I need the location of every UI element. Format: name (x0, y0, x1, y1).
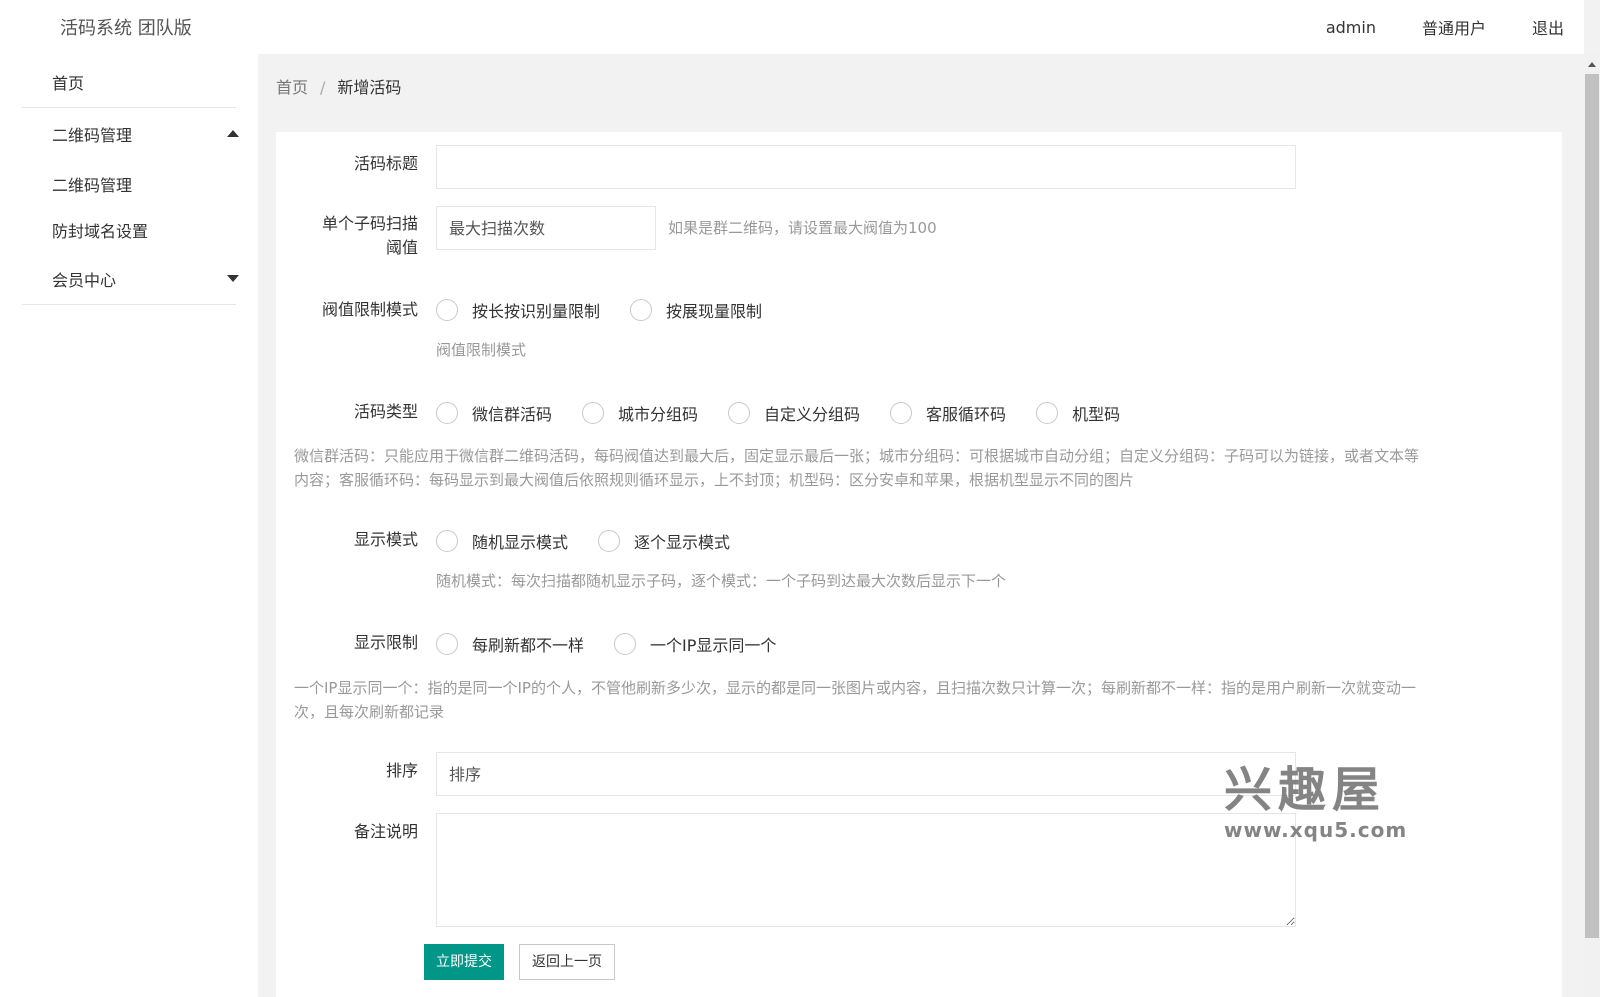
radio-circle-icon[interactable] (436, 299, 458, 321)
limit-mode-hint: 阀值限制模式 (436, 341, 527, 359)
top-header: 活码系统 团队版 admin 普通用户 退出 (0, 0, 1584, 54)
breadcrumb: 首页 / 新增活码 (276, 74, 401, 98)
threshold-label-line2: 阈值 (385, 238, 418, 257)
submit-button[interactable]: 立即提交 (424, 944, 504, 980)
type-radio-group: 微信群活码 城市分组码 自定义分组码 客服循环码 机型码 (436, 398, 1150, 428)
limit-mode-label: 阀值限制模式 (321, 300, 418, 319)
sort-input[interactable] (436, 752, 1296, 796)
display-limit-hint-line2: 次，且每次刷新都记录 (294, 703, 445, 721)
type-label: 活码类型 (353, 402, 418, 421)
limit-mode-radio-group: 按长按识别量限制 按展现量限制 (436, 295, 792, 325)
sidebar-item-member-center[interactable]: 会员中心 (52, 267, 116, 291)
sidebar-divider (22, 304, 236, 305)
sidebar: 首页 二维码管理 二维码管理 防封域名设置 会员中心 (0, 54, 258, 997)
sidebar-divider (22, 107, 236, 108)
watermark-title: 兴趣屋 (1224, 762, 1387, 818)
breadcrumb-separator: / (320, 78, 326, 97)
display-mode-label: 显示模式 (353, 530, 418, 549)
header-user-menu: admin 普通用户 退出 (1326, 0, 1584, 54)
radio-label: 微信群活码 (472, 405, 553, 424)
sidebar-item-qrcode-manage[interactable]: 二维码管理 (52, 172, 132, 196)
radio-circle-icon[interactable] (598, 530, 621, 552)
type-option-custom-group[interactable]: 自定义分组码 (728, 401, 860, 425)
threshold-input[interactable] (436, 206, 656, 250)
title-input[interactable] (436, 145, 1296, 189)
radio-label: 随机显示模式 (472, 533, 569, 552)
type-hint-line1: 微信群活码：只能应用于微信群二维码活码，每码阀值达到最大后，固定显示最后一张；城… (294, 447, 1420, 465)
radio-label: 城市分组码 (618, 405, 699, 424)
sidebar-item-domain-settings[interactable]: 防封域名设置 (52, 218, 148, 242)
sidebar-item-qrcode-group[interactable]: 二维码管理 (52, 122, 132, 146)
display-limit-option-refresh[interactable]: 每刷新都不一样 (436, 632, 584, 656)
display-limit-radio-group: 每刷新都不一样 一个IP显示同一个 (436, 629, 806, 659)
form-card: 活码标题 单个子码扫描 阈值 如果是群二维码，请设置最大阀值为100 阀值限制模… (276, 132, 1562, 997)
display-mode-option-random[interactable]: 随机显示模式 (436, 529, 568, 553)
display-mode-radio-group: 随机显示模式 逐个显示模式 (436, 526, 760, 556)
radio-circle-icon[interactable] (436, 530, 458, 552)
radio-circle-icon[interactable] (436, 402, 458, 424)
radio-circle-icon[interactable] (582, 402, 605, 424)
radio-circle-icon[interactable] (614, 633, 637, 655)
type-option-wechat-group[interactable]: 微信群活码 (436, 401, 552, 425)
caret-down-icon[interactable] (227, 275, 239, 282)
threshold-hint: 如果是群二维码，请设置最大阀值为100 (668, 219, 937, 237)
username-link[interactable]: admin (1326, 18, 1376, 37)
scrollbar-thumb[interactable] (1585, 74, 1599, 938)
watermark: 兴趣屋 www.xqu5.com (1224, 762, 1407, 842)
breadcrumb-home[interactable]: 首页 (276, 78, 308, 97)
caret-up-icon[interactable] (227, 130, 239, 137)
type-hint: 微信群活码：只能应用于微信群二维码活码，每码阀值达到最大后，固定显示最后一张；城… (294, 444, 1544, 492)
radio-label: 机型码 (1072, 405, 1121, 424)
threshold-label: 单个子码扫描 阈值 (276, 212, 418, 260)
scroll-up-arrow-icon[interactable] (1588, 62, 1596, 67)
radio-label: 一个IP显示同一个 (650, 636, 777, 655)
display-limit-hint: 一个IP显示同一个：指的是同一个IP的个人，不管他刷新多少次，显示的都是同一张图… (294, 676, 1544, 724)
limit-mode-option-impression[interactable]: 按展现量限制 (630, 298, 762, 322)
radio-label: 自定义分组码 (764, 405, 861, 424)
radio-circle-icon[interactable] (728, 402, 751, 424)
radio-label: 按长按识别量限制 (472, 302, 601, 321)
sort-label: 排序 (385, 761, 418, 780)
limit-mode-option-longpress[interactable]: 按长按识别量限制 (436, 298, 600, 322)
type-hint-line2: 内容；客服循环码：每码显示到最大阀值后依照规则循环显示，上不封顶；机型码：区分安… (294, 471, 1135, 489)
radio-circle-icon[interactable] (890, 402, 913, 424)
display-limit-label: 显示限制 (353, 633, 418, 652)
radio-circle-icon[interactable] (1036, 402, 1059, 424)
type-option-city-group[interactable]: 城市分组码 (582, 401, 698, 425)
radio-circle-icon[interactable] (436, 633, 458, 655)
radio-label: 逐个显示模式 (634, 533, 731, 552)
radio-circle-icon[interactable] (630, 299, 653, 321)
radio-label: 按展现量限制 (666, 302, 763, 321)
logout-link[interactable]: 退出 (1532, 15, 1564, 39)
radio-label: 每刷新都不一样 (472, 636, 585, 655)
display-mode-hint: 随机模式：每次扫描都随机显示子码，逐个模式：一个子码到达最大次数后显示下一个 (436, 572, 1007, 590)
display-limit-option-ip[interactable]: 一个IP显示同一个 (614, 632, 776, 656)
back-button[interactable]: 返回上一页 (519, 944, 615, 980)
radio-label: 客服循环码 (926, 405, 1007, 424)
title-label: 活码标题 (353, 154, 418, 173)
app-logo: 活码系统 团队版 (60, 18, 192, 39)
threshold-label-line1: 单个子码扫描 (321, 214, 418, 233)
remark-label: 备注说明 (353, 822, 418, 841)
sidebar-item-home[interactable]: 首页 (52, 70, 84, 94)
role-link[interactable]: 普通用户 (1422, 15, 1486, 39)
display-limit-hint-line1: 一个IP显示同一个：指的是同一个IP的个人，不管他刷新多少次，显示的都是同一张图… (294, 679, 1416, 697)
type-option-service-loop[interactable]: 客服循环码 (890, 401, 1006, 425)
breadcrumb-current: 新增活码 (337, 78, 402, 97)
watermark-url: www.xqu5.com (1224, 818, 1408, 842)
type-option-device[interactable]: 机型码 (1036, 401, 1120, 425)
remark-textarea[interactable] (436, 813, 1296, 927)
display-mode-option-sequential[interactable]: 逐个显示模式 (598, 529, 730, 553)
